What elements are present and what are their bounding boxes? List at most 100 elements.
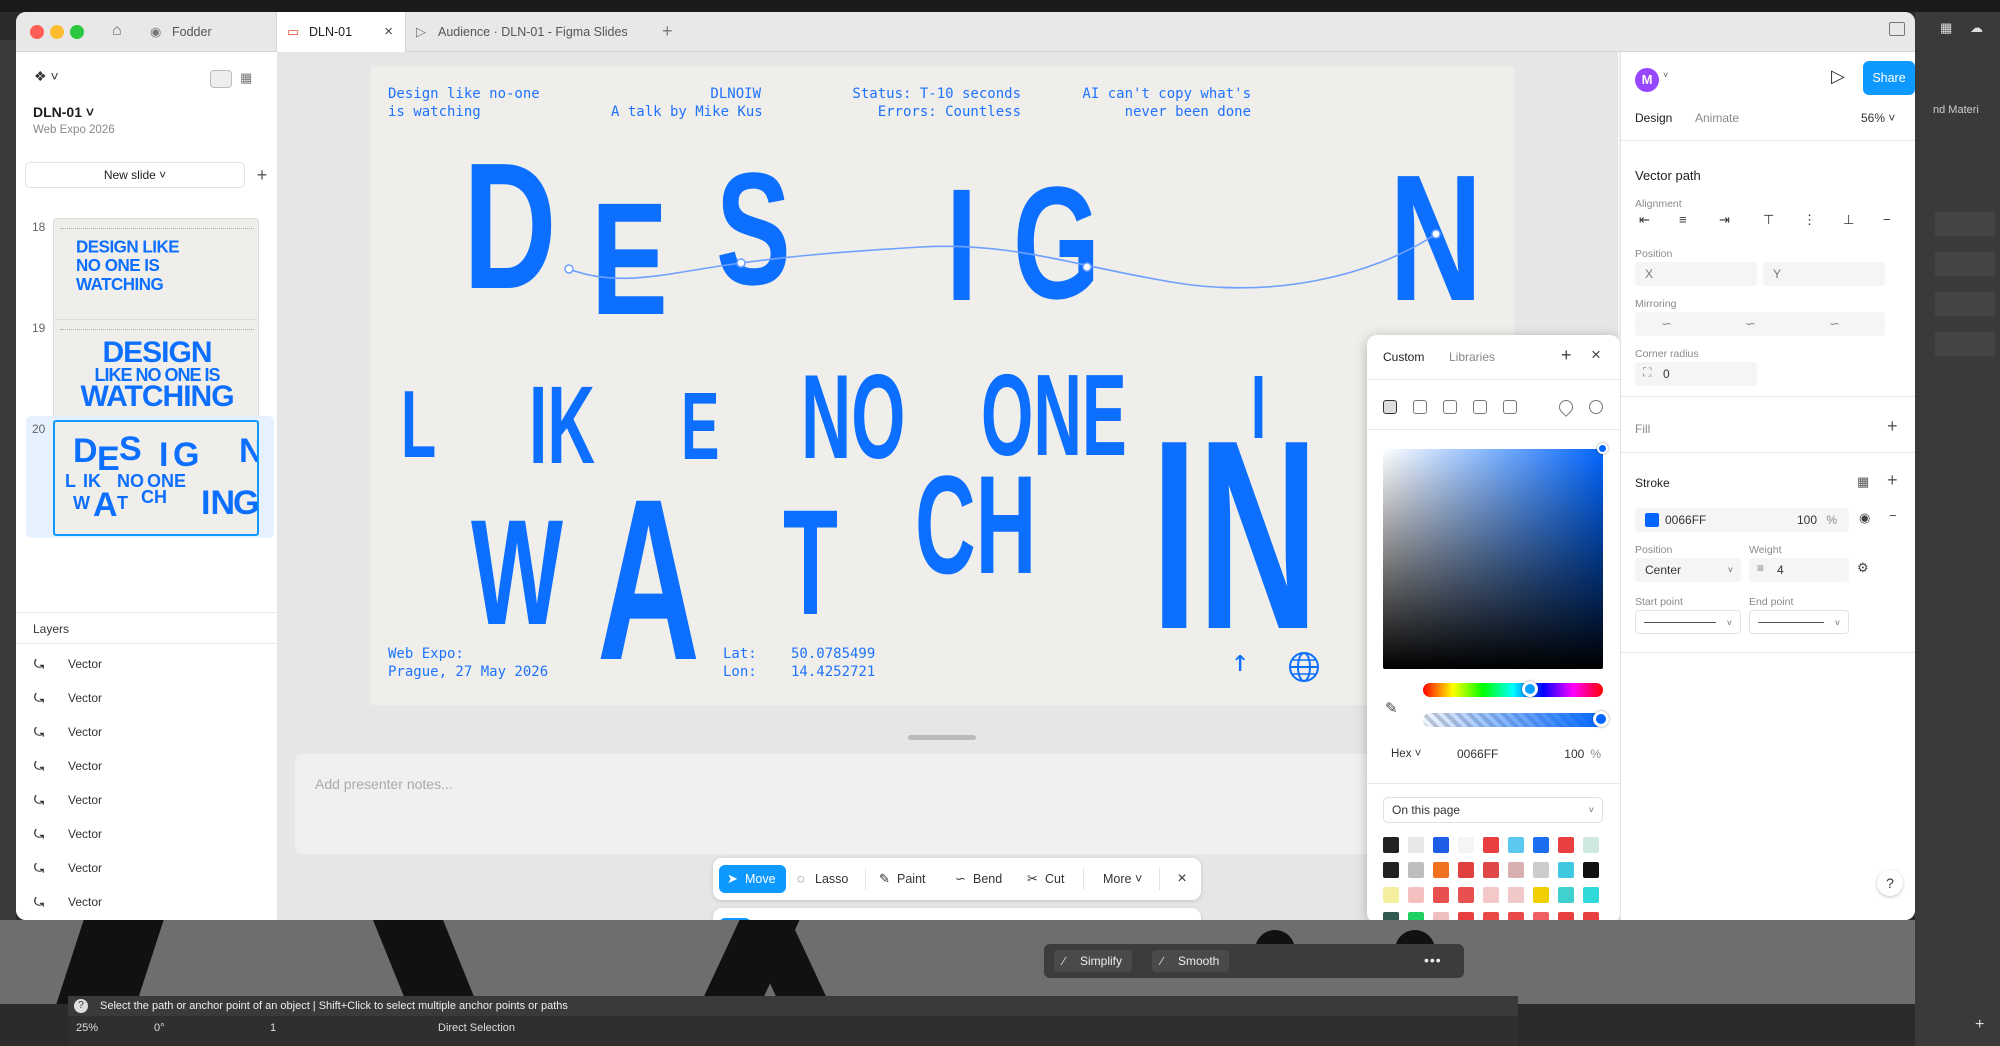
align-bottom-icon[interactable]: ⊥: [1843, 212, 1854, 228]
add-tool-icon[interactable]: +: [1049, 918, 1081, 920]
line-tool-icon[interactable]: ∕: [817, 918, 849, 920]
new-tab-icon[interactable]: +: [662, 21, 673, 42]
align-right-icon[interactable]: ⇥: [1719, 212, 1730, 228]
linear-gradient-icon[interactable]: [1413, 400, 1427, 414]
avatar[interactable]: M: [1635, 68, 1659, 92]
add-style-icon[interactable]: +: [1561, 345, 1572, 366]
stroke-styles-icon[interactable]: ▦: [1857, 474, 1869, 490]
anchor-point[interactable]: [736, 258, 746, 268]
stroke-opacity-input[interactable]: 100 %: [1797, 513, 1837, 527]
end-point-select[interactable]: ˅: [1749, 610, 1849, 634]
present-play-icon[interactable]: ▷: [1831, 66, 1845, 87]
layer-item[interactable]: ⤿ Vector: [16, 885, 278, 919]
close-tab-icon[interactable]: ×: [384, 12, 393, 52]
color-swatch[interactable]: [1558, 837, 1574, 853]
corner-radius-input[interactable]: 0: [1635, 362, 1757, 386]
opacity-handle[interactable]: [1593, 711, 1609, 727]
color-swatch[interactable]: [1458, 862, 1474, 878]
layout-grid-icon[interactable]: ▤: [1137, 918, 1169, 920]
stroke-settings-icon[interactable]: ⚙: [1857, 560, 1869, 576]
tab-custom[interactable]: Custom: [1383, 335, 1424, 379]
anchor-point[interactable]: [1082, 262, 1092, 272]
close-edit-mode-icon[interactable]: ×: [1170, 865, 1194, 893]
video-fill-icon[interactable]: [1503, 400, 1517, 414]
remove-stroke-icon[interactable]: −: [1889, 508, 1897, 523]
align-center-h-icon[interactable]: ≡: [1679, 212, 1687, 227]
color-swatch[interactable]: [1408, 862, 1424, 878]
color-swatch[interactable]: [1533, 912, 1549, 920]
color-swatch[interactable]: [1383, 912, 1399, 920]
image-fill-icon[interactable]: [1473, 400, 1487, 414]
single-view-icon[interactable]: [210, 70, 232, 88]
zoom-field[interactable]: 25%: [76, 1022, 98, 1034]
color-swatch[interactable]: [1433, 862, 1449, 878]
visibility-eye-icon[interactable]: ◉: [1859, 510, 1870, 526]
align-left-icon[interactable]: ⇤: [1639, 212, 1650, 228]
color-swatch[interactable]: [1408, 837, 1424, 853]
start-point-select[interactable]: ˅: [1635, 610, 1741, 634]
zoom-select[interactable]: 56% ˅: [1861, 104, 1895, 132]
hue-handle[interactable]: [1522, 681, 1538, 697]
color-swatch[interactable]: [1583, 837, 1599, 853]
color-swatch[interactable]: [1508, 912, 1524, 920]
swatch-library-select[interactable]: On this page ˅: [1383, 797, 1603, 823]
color-swatch[interactable]: [1408, 887, 1424, 903]
cut-tool-button[interactable]: ✂ Cut: [1019, 865, 1064, 893]
color-swatch[interactable]: [1433, 887, 1449, 903]
paint-tool-button[interactable]: ✎ Paint: [871, 865, 926, 893]
hue-slider[interactable]: [1423, 683, 1603, 697]
more-icon[interactable]: •••: [1424, 952, 1442, 968]
saturation-handle[interactable]: [1597, 443, 1608, 454]
selected-vector-path[interactable]: [371, 67, 1514, 705]
chevron-down-icon[interactable]: ˅: [903, 918, 913, 920]
eyedropper-icon[interactable]: ✎: [1385, 699, 1398, 717]
share-button[interactable]: Share: [1863, 61, 1915, 95]
help-button[interactable]: ?: [1877, 870, 1903, 896]
color-swatch[interactable]: [1383, 837, 1399, 853]
frame-tool-icon[interactable]: #: [777, 918, 809, 920]
angle-field[interactable]: 0°: [154, 1022, 165, 1034]
home-icon[interactable]: ⌂: [112, 22, 122, 40]
y-input[interactable]: Y: [1763, 262, 1885, 286]
distribute-icon[interactable]: −: [1883, 212, 1891, 227]
color-swatch[interactable]: [1383, 887, 1399, 903]
slide-canvas[interactable]: Design like no-one is watching DLNOIW A …: [371, 67, 1514, 705]
color-swatch[interactable]: [1558, 862, 1574, 878]
color-swatch[interactable]: [1458, 887, 1474, 903]
chevron-down-icon[interactable]: ˅: [755, 918, 765, 920]
tab-audience[interactable]: ▷ Audience · DLN-01 - Figma Slides: [406, 12, 656, 52]
color-swatch[interactable]: [1483, 912, 1499, 920]
layer-item[interactable]: ⤿ Vector: [16, 749, 278, 783]
color-swatch[interactable]: [1583, 912, 1599, 920]
color-swatch[interactable]: [1483, 837, 1499, 853]
page-field[interactable]: 1: [270, 1022, 276, 1034]
hex-input[interactable]: 0066FF: [1457, 741, 1557, 767]
color-mode-select[interactable]: Hex ˅: [1383, 741, 1427, 767]
color-swatch[interactable]: [1558, 887, 1574, 903]
color-swatch[interactable]: [1508, 837, 1524, 853]
color-swatch[interactable]: [1558, 912, 1574, 920]
smooth-button[interactable]: Smooth: [1152, 950, 1230, 972]
panel-layout-icon[interactable]: ▦: [1940, 20, 1952, 36]
anchor-point[interactable]: [564, 264, 574, 274]
cloud-icon[interactable]: ☁: [1970, 20, 1983, 36]
tab-libraries[interactable]: Libraries: [1449, 335, 1495, 379]
color-swatch[interactable]: [1508, 862, 1524, 878]
close-icon[interactable]: ×: [1591, 345, 1601, 365]
color-swatch[interactable]: [1533, 862, 1549, 878]
pen-tool-icon[interactable]: ✒: [869, 918, 901, 920]
color-swatch[interactable]: [1433, 837, 1449, 853]
slide-thumbnail-selected[interactable]: 20 D E S I G N L IK NO ONE W A T CH: [26, 416, 274, 538]
saturation-brightness-area[interactable]: [1383, 449, 1603, 669]
color-swatch[interactable]: [1508, 887, 1524, 903]
tab-dln-01[interactable]: ▭ DLN-01 ×: [276, 12, 406, 52]
presenter-icon[interactable]: ▭: [1099, 918, 1131, 920]
move-tool-button[interactable]: ➤ Move: [719, 865, 786, 893]
color-swatch[interactable]: [1533, 887, 1549, 903]
color-swatch[interactable]: [1483, 887, 1499, 903]
no-mirroring-icon[interactable]: ∽: [1661, 316, 1672, 332]
mirror-angle-length-icon[interactable]: ∽: [1829, 316, 1840, 332]
color-swatch[interactable]: [1383, 862, 1399, 878]
layer-item[interactable]: ⤿ Vector: [16, 647, 278, 681]
text-tool-icon[interactable]: T: [923, 918, 955, 920]
